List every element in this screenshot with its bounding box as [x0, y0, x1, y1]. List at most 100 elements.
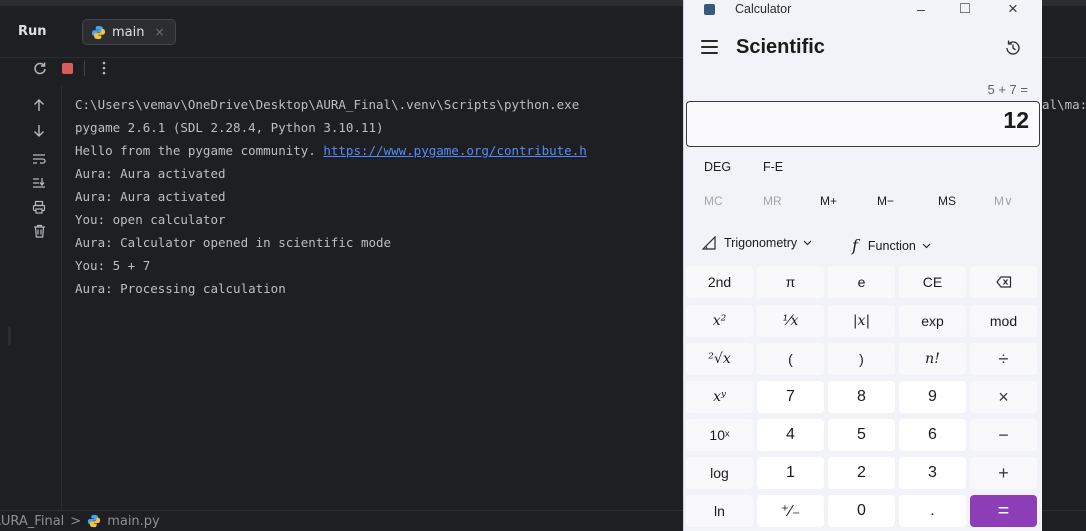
- console-line-text: Hello from the pygame community.: [75, 143, 324, 158]
- backspace-button[interactable]: ⌫: [970, 266, 1037, 298]
- clear-entry-button[interactable]: CE: [899, 266, 966, 298]
- digit-1-button-label: 1: [786, 464, 795, 481]
- console-link[interactable]: https://www.pygame.org/contribute.h: [323, 143, 586, 158]
- console-line-text: Aura: Aura activated: [75, 166, 226, 181]
- mod-button-label: mod: [989, 313, 1018, 329]
- divide-button[interactable]: ÷: [970, 343, 1037, 375]
- digit-5-button[interactable]: 5: [828, 419, 895, 451]
- ln-button[interactable]: ln: [686, 495, 753, 527]
- absolute-button[interactable]: |x|: [828, 305, 895, 337]
- ln-button-label: ln: [714, 503, 725, 519]
- function-f-icon: f: [852, 236, 858, 255]
- scroll-to-end-icon[interactable]: [30, 174, 48, 192]
- open-paren-button[interactable]: (: [757, 343, 824, 375]
- calculator-window: Calculator – □ × Scientific 5 + 7 = 12 D…: [683, 0, 1042, 531]
- angle-unit-button[interactable]: DEG: [704, 160, 731, 174]
- run-tab-main[interactable]: main ×: [82, 19, 176, 45]
- digit-5-button-label: 5: [857, 426, 866, 443]
- log-button[interactable]: log: [686, 457, 753, 489]
- history-icon[interactable]: [1003, 38, 1023, 58]
- exp-button[interactable]: exp: [899, 305, 966, 337]
- maximize-button[interactable]: □: [950, 0, 980, 20]
- add-button[interactable]: +: [970, 457, 1037, 489]
- console-line-text: Aura: Aura activated: [75, 189, 226, 204]
- square-root-button[interactable]: ²√x: [686, 343, 753, 375]
- close-paren-button[interactable]: ): [828, 343, 895, 375]
- digit-3-button[interactable]: 3: [899, 457, 966, 489]
- print-icon[interactable]: [30, 198, 48, 216]
- factorial-button[interactable]: n!: [899, 343, 966, 375]
- trash-icon[interactable]: [30, 222, 48, 240]
- digit-9-button[interactable]: 9: [899, 381, 966, 413]
- hamburger-menu-icon[interactable]: [701, 40, 718, 55]
- close-tab-icon[interactable]: ×: [154, 25, 164, 39]
- equals-button[interactable]: =: [970, 495, 1037, 527]
- ten-power-button[interactable]: 10ˣ: [686, 419, 753, 451]
- trigonometry-dropdown[interactable]: Trigonometry: [702, 236, 812, 250]
- memory-button[interactable]: MC: [704, 194, 723, 208]
- mod-button[interactable]: mod: [970, 305, 1037, 337]
- notation-button[interactable]: F-E: [763, 160, 783, 174]
- subtract-button-label: −: [998, 424, 1009, 445]
- reciprocal-button[interactable]: ¹⁄x: [757, 305, 824, 337]
- digit-0-button[interactable]: 0: [828, 495, 895, 527]
- memory-button[interactable]: MR: [763, 194, 782, 208]
- second-button-label: 2nd: [707, 274, 732, 290]
- close-window-button[interactable]: ×: [998, 0, 1028, 20]
- python-file-icon: [88, 514, 101, 528]
- console-line: Hello from the pygame community. https:/…: [75, 141, 587, 164]
- digit-4-button[interactable]: 4: [757, 419, 824, 451]
- digit-3-button-label: 3: [928, 464, 937, 481]
- console-line: You: 5 + 7: [75, 256, 587, 279]
- pi-button-label: π: [785, 274, 796, 290]
- result-display: 12: [686, 101, 1040, 147]
- memory-button[interactable]: MS: [938, 194, 956, 208]
- digit-1-button[interactable]: 1: [757, 457, 824, 489]
- console-side-toolbar: [0, 86, 62, 510]
- second-button[interactable]: 2nd: [686, 266, 753, 298]
- rerun-icon[interactable]: [30, 58, 50, 78]
- run-tool-window-title: Run: [18, 24, 47, 39]
- console-line: Aura: Calculator opened in scientific mo…: [75, 233, 587, 256]
- digit-8-button[interactable]: 8: [828, 381, 895, 413]
- ten-power-button-label: 10ˣ: [709, 427, 730, 443]
- square-root-button-label: ²√x: [708, 351, 731, 367]
- log-button-label: log: [710, 465, 729, 481]
- memory-button[interactable]: M−: [877, 194, 894, 208]
- arrow-up-icon[interactable]: [30, 96, 48, 114]
- memory-button[interactable]: M+: [820, 194, 837, 208]
- square-button[interactable]: x²: [686, 305, 753, 337]
- calculator-app-icon: [704, 4, 715, 15]
- equals-button-label: =: [997, 499, 1010, 522]
- negate-button[interactable]: ⁺⁄₋: [757, 495, 824, 527]
- decimal-button-label: .: [930, 502, 935, 519]
- function-label: Function: [867, 238, 916, 253]
- gutter-marker: [8, 326, 11, 346]
- console-line-text: You: 5 + 7: [75, 258, 151, 273]
- stop-icon[interactable]: [57, 58, 77, 78]
- memory-button[interactable]: M∨: [994, 194, 1013, 208]
- console-line: Aura: Processing calculation: [75, 279, 587, 302]
- digit-7-button[interactable]: 7: [757, 381, 824, 413]
- minimize-button[interactable]: –: [906, 0, 936, 20]
- subtract-button[interactable]: −: [970, 419, 1037, 451]
- more-icon[interactable]: [94, 58, 114, 78]
- breadcrumb-project[interactable]: AURA_Final: [0, 514, 64, 529]
- breadcrumb-file[interactable]: main.py: [107, 514, 160, 529]
- arrow-down-icon[interactable]: [30, 122, 48, 140]
- power-button[interactable]: xʸ: [686, 381, 753, 413]
- console-output: C:\Users\vemav\OneDrive\Desktop\AURA_Fin…: [75, 95, 587, 302]
- digit-6-button[interactable]: 6: [899, 419, 966, 451]
- function-dropdown[interactable]: f Function: [852, 236, 931, 255]
- decimal-button[interactable]: .: [899, 495, 966, 527]
- negate-button-label: ⁺⁄₋: [780, 503, 801, 520]
- euler-button[interactable]: e: [828, 266, 895, 298]
- calculator-title-bar[interactable]: Calculator – □ ×: [684, 0, 1042, 22]
- digit-2-button[interactable]: 2: [828, 457, 895, 489]
- multiply-button[interactable]: ×: [970, 381, 1037, 413]
- console-line-text: Aura: Calculator opened in scientific mo…: [75, 235, 392, 250]
- calculator-keypad: 2nd π e CE ⌫ x² ¹⁄x |x| exp mod ²√x () n! ÷ xʸ 7 8 9 × 10ˣ 4…: [686, 266, 1042, 531]
- digit-7-button-label: 7: [786, 388, 795, 405]
- pi-button[interactable]: π: [757, 266, 824, 298]
- soft-wrap-icon[interactable]: [30, 150, 48, 168]
